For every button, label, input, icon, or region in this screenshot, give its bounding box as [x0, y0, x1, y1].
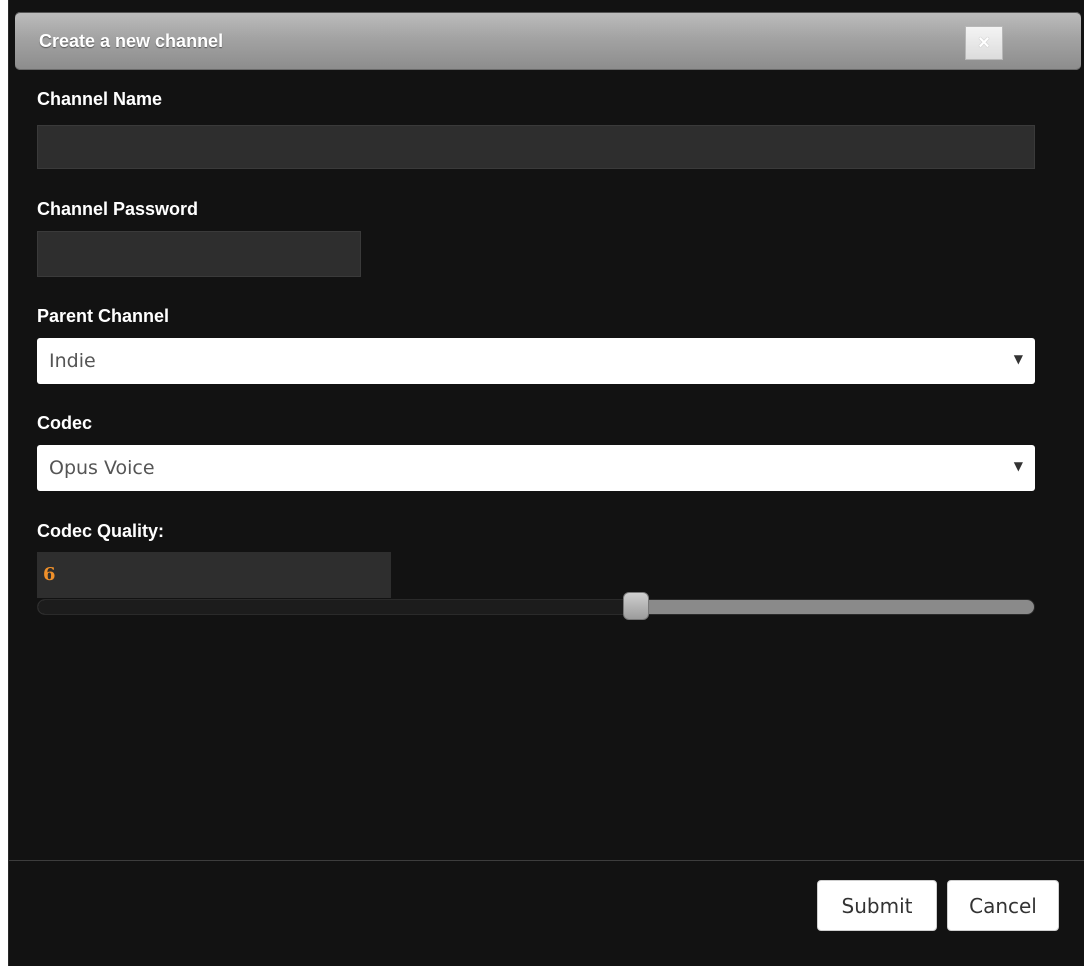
codec-quality-label: Codec Quality:	[37, 521, 165, 541]
cancel-button[interactable]: Cancel	[947, 880, 1059, 931]
codec-quality-slider-handle[interactable]	[622, 592, 649, 620]
dropdown-arrow-icon: ▼	[1013, 352, 1023, 366]
codec-quality-value: 6	[37, 552, 391, 598]
parent-channel-value: Indie	[49, 350, 96, 372]
codec-quality-slider-track[interactable]	[37, 599, 1035, 615]
dropdown-arrow-icon: ▼	[1013, 459, 1023, 473]
dialog-titlebar: Create a new channel ×	[15, 12, 1081, 70]
close-icon: ×	[978, 32, 990, 54]
codec-value: Opus Voice	[49, 457, 155, 479]
channel-name-input[interactable]	[37, 125, 1035, 169]
codec-select[interactable]: Opus Voice ▼	[37, 445, 1035, 491]
parent-channel-select[interactable]: Indie ▼	[37, 338, 1035, 384]
channel-password-label: Channel Password	[37, 199, 199, 219]
channel-password-input[interactable]	[37, 231, 361, 277]
codec-quality-slider-fill	[38, 600, 637, 614]
dialog-title: Create a new channel	[39, 31, 224, 51]
create-channel-dialog: Create a new channel × Channel Name Chan…	[8, 0, 1084, 966]
parent-channel-label: Parent Channel	[37, 306, 170, 326]
footer-divider	[9, 860, 1084, 861]
submit-button[interactable]: Submit	[817, 880, 937, 931]
codec-label: Codec	[37, 413, 93, 433]
close-button[interactable]: ×	[965, 26, 1003, 60]
channel-name-label: Channel Name	[37, 89, 163, 109]
